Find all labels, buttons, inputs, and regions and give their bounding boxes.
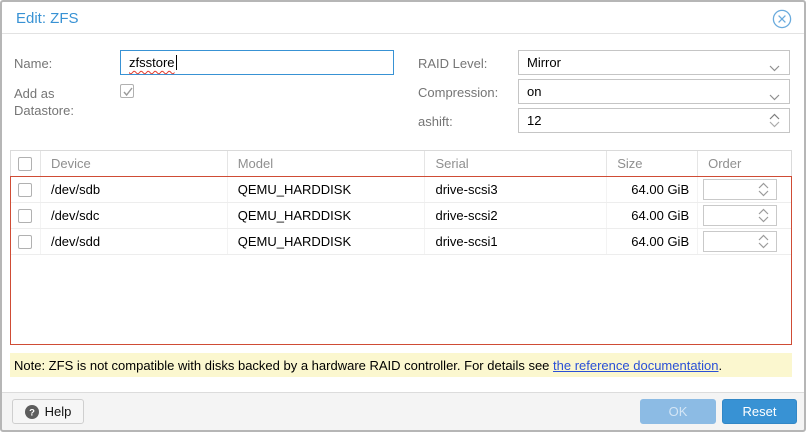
column-header-model[interactable]: Model — [228, 151, 426, 176]
compression-value: on — [527, 84, 541, 99]
row-checkbox-cell — [11, 229, 41, 254]
chevron-up-down-icon[interactable] — [758, 234, 769, 249]
add-datastore-label: Add as Datastore: — [14, 85, 110, 119]
raid-level-select[interactable]: Mirror — [518, 50, 790, 75]
name-input[interactable]: zfsstore — [120, 50, 394, 75]
row-checkbox-cell — [11, 177, 41, 202]
serial-cell: drive-scsi3 — [425, 177, 607, 202]
chevron-up-down-icon[interactable] — [758, 208, 769, 223]
chevron-up-down-icon[interactable] — [758, 182, 769, 197]
chevron-down-icon — [769, 60, 780, 75]
serial-cell: drive-scsi1 — [425, 229, 607, 254]
ashift-spinner[interactable]: 12 — [518, 108, 790, 133]
order-spinner[interactable] — [703, 231, 777, 252]
device-cell: /dev/sdc — [41, 203, 228, 228]
model-cell: QEMU_HARDDISK — [228, 177, 426, 202]
reference-documentation-link[interactable]: the reference documentation — [553, 358, 719, 373]
table-row[interactable]: /dev/sdc QEMU_HARDDISK drive-scsi2 64.00… — [11, 203, 791, 229]
raid-level-value: Mirror — [527, 55, 561, 70]
raid-level-label: RAID Level: — [418, 56, 487, 71]
help-button[interactable]: ? Help — [12, 399, 84, 424]
column-header-order[interactable]: Order — [698, 151, 791, 176]
add-datastore-checkbox[interactable] — [120, 84, 134, 98]
size-cell: 64.00 GiB — [607, 177, 698, 202]
row-checkbox[interactable] — [18, 235, 32, 249]
ashift-label: ashift: — [418, 114, 453, 129]
ashift-value: 12 — [527, 113, 541, 128]
device-cell: /dev/sdb — [41, 177, 228, 202]
order-cell — [698, 229, 791, 254]
table-row[interactable]: /dev/sdb QEMU_HARDDISK drive-scsi3 64.00… — [11, 177, 791, 203]
svg-text:?: ? — [29, 407, 35, 418]
compression-select[interactable]: on — [518, 79, 790, 104]
compression-label: Compression: — [418, 85, 498, 100]
disk-table-body: /dev/sdb QEMU_HARDDISK drive-scsi3 64.00… — [10, 176, 792, 345]
note-text-suffix: . — [719, 358, 723, 373]
ok-button-label: OK — [669, 404, 688, 419]
edit-zfs-dialog: Edit: ZFS Name: zfsstore Add as Datastor… — [0, 0, 806, 432]
device-cell: /dev/sdd — [41, 229, 228, 254]
select-all-cell — [11, 151, 41, 176]
question-circle-icon: ? — [25, 405, 39, 419]
chevron-up-down-icon[interactable] — [769, 113, 780, 128]
row-checkbox[interactable] — [18, 183, 32, 197]
column-header-serial[interactable]: Serial — [425, 151, 607, 176]
disk-table-header: Device Model Serial Size Order — [10, 150, 792, 176]
note-text: Note: ZFS is not compatible with disks b… — [14, 358, 553, 373]
select-all-checkbox[interactable] — [18, 157, 32, 171]
name-input-value: zfsstore — [129, 55, 175, 70]
name-label: Name: — [14, 56, 52, 71]
row-checkbox-cell — [11, 203, 41, 228]
dialog-titlebar[interactable]: Edit: ZFS — [2, 2, 804, 34]
column-header-device[interactable]: Device — [41, 151, 228, 176]
table-row[interactable]: /dev/sdd QEMU_HARDDISK drive-scsi1 64.00… — [11, 229, 791, 255]
order-spinner[interactable] — [703, 205, 777, 226]
serial-cell: drive-scsi2 — [425, 203, 607, 228]
column-header-size[interactable]: Size — [607, 151, 698, 176]
dialog-title: Edit: ZFS — [16, 10, 79, 27]
check-icon — [122, 86, 134, 98]
close-icon[interactable] — [772, 9, 792, 29]
size-cell: 64.00 GiB — [607, 229, 698, 254]
zfs-note-bar: Note: ZFS is not compatible with disks b… — [10, 353, 792, 377]
dialog-footer: ? Help OK Reset — [2, 392, 804, 430]
chevron-down-icon — [769, 89, 780, 104]
size-cell: 64.00 GiB — [607, 203, 698, 228]
text-caret — [176, 55, 177, 70]
row-checkbox[interactable] — [18, 209, 32, 223]
order-cell — [698, 177, 791, 202]
order-spinner[interactable] — [703, 179, 777, 200]
model-cell: QEMU_HARDDISK — [228, 203, 426, 228]
model-cell: QEMU_HARDDISK — [228, 229, 426, 254]
reset-button-label: Reset — [743, 404, 777, 419]
help-button-label: Help — [45, 404, 72, 419]
ok-button[interactable]: OK — [640, 399, 716, 424]
reset-button[interactable]: Reset — [722, 399, 797, 424]
order-cell — [698, 203, 791, 228]
